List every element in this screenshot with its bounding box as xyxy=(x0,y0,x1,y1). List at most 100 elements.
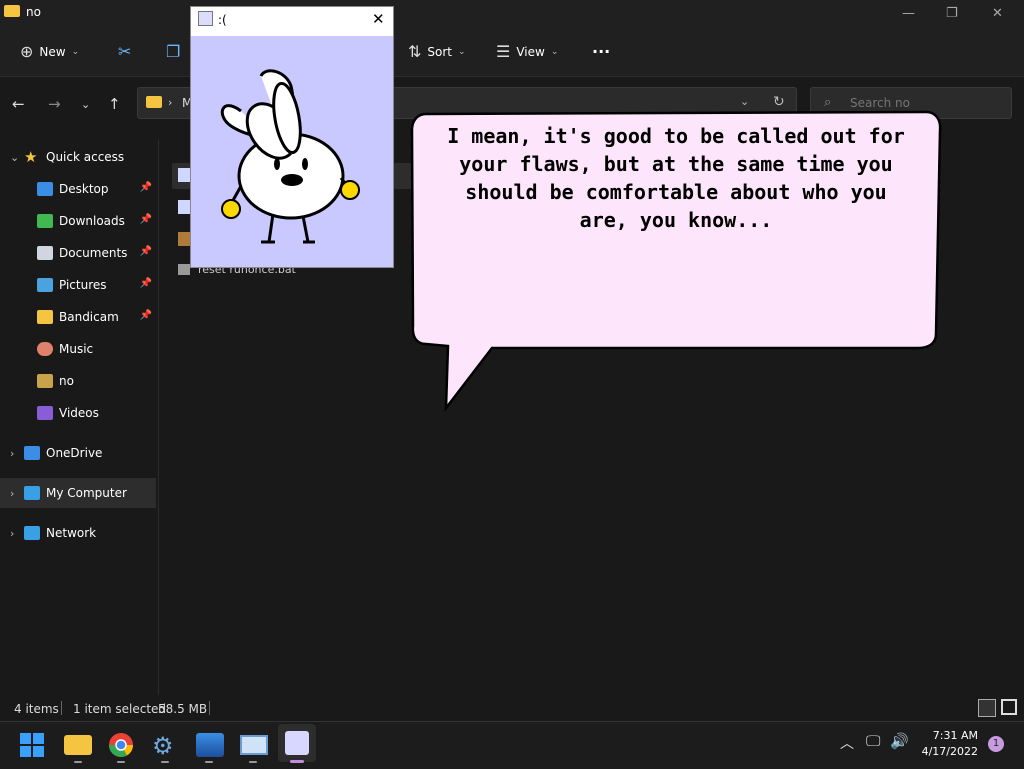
running-indicator xyxy=(205,761,213,763)
pin-icon[interactable]: 📌 xyxy=(140,214,152,225)
sort-icon: ⇅ xyxy=(408,42,422,61)
sidebar-item-label: Desktop xyxy=(59,182,109,196)
cut-button[interactable]: ✂ xyxy=(118,42,131,61)
bunny-app-icon xyxy=(198,11,213,26)
sidebar-item-music[interactable]: Music xyxy=(0,334,156,364)
clock-time[interactable]: 7:31 AM xyxy=(922,729,978,742)
tray-overflow-chevron-icon[interactable]: ︿ xyxy=(840,733,854,753)
minimize-button[interactable]: — xyxy=(902,6,915,21)
notification-badge[interactable]: 1 xyxy=(988,736,1004,752)
breadcrumb-chevron-icon: › xyxy=(168,96,173,109)
window-title: no xyxy=(26,5,41,19)
folder-icon xyxy=(4,5,20,17)
popup-close-icon[interactable]: ✕ xyxy=(372,10,385,28)
tiles-view-icon[interactable] xyxy=(1001,699,1017,715)
star-icon: ★ xyxy=(24,148,38,166)
item-count: 4 items xyxy=(14,702,59,716)
maximize-button[interactable]: ❐ xyxy=(946,6,958,21)
sidebar-item-label: Quick access xyxy=(46,150,125,164)
copy-icon: ❐ xyxy=(166,42,181,61)
pin-icon[interactable]: 📌 xyxy=(140,246,152,257)
pin-icon[interactable]: 📌 xyxy=(140,310,152,321)
sidebar-item-label: Downloads xyxy=(59,214,125,228)
sidebar-item-downloads[interactable]: Downloads 📌 xyxy=(0,206,156,236)
more-options-button[interactable]: ··· xyxy=(592,42,610,61)
chrome-icon[interactable] xyxy=(108,732,134,758)
sidebar-item-label: Documents xyxy=(59,246,128,260)
pin-icon[interactable]: 📌 xyxy=(140,182,152,193)
sidebar-item-label: Network xyxy=(46,526,97,540)
sidebar-item-label: OneDrive xyxy=(46,446,103,460)
popup-title: :( xyxy=(218,13,227,27)
sidebar-item-pictures[interactable]: Pictures 📌 xyxy=(0,270,156,300)
chevron-right-icon[interactable]: › xyxy=(10,447,24,460)
music-icon xyxy=(37,342,53,356)
forward-arrow-icon[interactable]: → xyxy=(48,95,61,113)
settings-gear-icon[interactable]: ⚙ xyxy=(152,732,174,760)
recent-chevron-icon[interactable]: ⌄ xyxy=(81,98,90,111)
selection-count: 1 item selected xyxy=(73,702,167,716)
desktop-icon xyxy=(37,182,53,196)
file-explorer-icon[interactable] xyxy=(64,735,92,755)
view-button[interactable]: ☰ View ⌄ xyxy=(496,42,558,61)
sort-button[interactable]: ⇅ Sort ⌄ xyxy=(408,42,466,61)
image-file-icon[interactable] xyxy=(178,232,190,246)
chevron-down-icon[interactable]: ⌄ xyxy=(10,151,24,164)
image-viewer-icon[interactable] xyxy=(240,735,268,755)
active-indicator xyxy=(290,760,304,763)
new-label: New xyxy=(39,44,66,59)
app-file-icon[interactable] xyxy=(178,200,190,214)
sidebar-item-desktop[interactable]: Desktop 📌 xyxy=(0,174,156,204)
sidebar-item-bandicam[interactable]: Bandicam 📌 xyxy=(0,302,156,332)
view-list-icon: ☰ xyxy=(496,42,511,61)
clock-date[interactable]: 4/17/2022 xyxy=(918,745,978,758)
scissors-icon: ✂ xyxy=(118,42,132,61)
batch-file-icon xyxy=(178,264,190,275)
back-arrow-icon[interactable]: ← xyxy=(12,95,25,113)
picture-icon xyxy=(37,278,53,292)
running-indicator xyxy=(74,761,82,763)
sidebar-item-label: Pictures xyxy=(59,278,107,292)
speech-bubble-text: I mean, it's good to be called out for y… xyxy=(447,124,905,232)
running-indicator xyxy=(117,761,125,763)
up-arrow-icon[interactable]: ↑ xyxy=(108,95,121,113)
pin-icon[interactable]: 📌 xyxy=(140,278,152,289)
sidebar-item-documents[interactable]: Documents 📌 xyxy=(0,238,156,268)
app-file-icon xyxy=(178,168,190,182)
copy-button[interactable]: ❐ xyxy=(166,42,180,61)
sidebar-item-label: Bandicam xyxy=(59,310,119,324)
document-icon xyxy=(37,246,53,260)
photos-icon[interactable] xyxy=(196,733,224,757)
sidebar-item-videos[interactable]: Videos xyxy=(0,398,156,428)
plus-circle-icon: ⊕ xyxy=(20,42,34,61)
network-tray-icon[interactable]: 🖵 xyxy=(866,732,880,750)
sidebar-item-label: no xyxy=(59,374,74,388)
chevron-right-icon[interactable]: › xyxy=(10,527,24,540)
running-indicator xyxy=(161,761,169,763)
chevron-down-icon: ⌄ xyxy=(550,46,559,57)
bunny-app-icon[interactable] xyxy=(285,731,309,755)
selection-size: 58.5 MB xyxy=(158,702,208,716)
chevron-right-icon[interactable]: › xyxy=(10,487,24,500)
volume-icon[interactable]: 🔊 xyxy=(890,732,909,750)
sidebar-item-network[interactable]: › Network xyxy=(0,518,156,548)
details-view-icon[interactable] xyxy=(978,699,996,717)
title-bar xyxy=(0,0,1024,30)
sidebar-item-no[interactable]: no xyxy=(0,366,156,396)
cloud-icon xyxy=(24,446,40,460)
status-divider xyxy=(61,701,62,715)
chevron-down-icon: ⌄ xyxy=(458,46,466,57)
running-indicator xyxy=(249,761,257,763)
windows-start-icon[interactable] xyxy=(20,733,44,757)
network-icon xyxy=(24,526,40,540)
chevron-down-icon: ⌄ xyxy=(71,46,80,57)
sidebar-item-my-computer[interactable]: › My Computer xyxy=(0,478,156,508)
folder-icon xyxy=(37,310,53,324)
close-button[interactable]: ✕ xyxy=(992,6,1003,21)
sort-label: Sort xyxy=(427,44,453,59)
folder-icon xyxy=(37,374,53,388)
folder-icon xyxy=(146,96,162,108)
sidebar-item-quick-access[interactable]: ⌄ ★ Quick access xyxy=(0,142,156,172)
sidebar-item-onedrive[interactable]: › OneDrive xyxy=(0,438,156,468)
new-button[interactable]: ⊕ New ⌄ xyxy=(20,42,79,61)
